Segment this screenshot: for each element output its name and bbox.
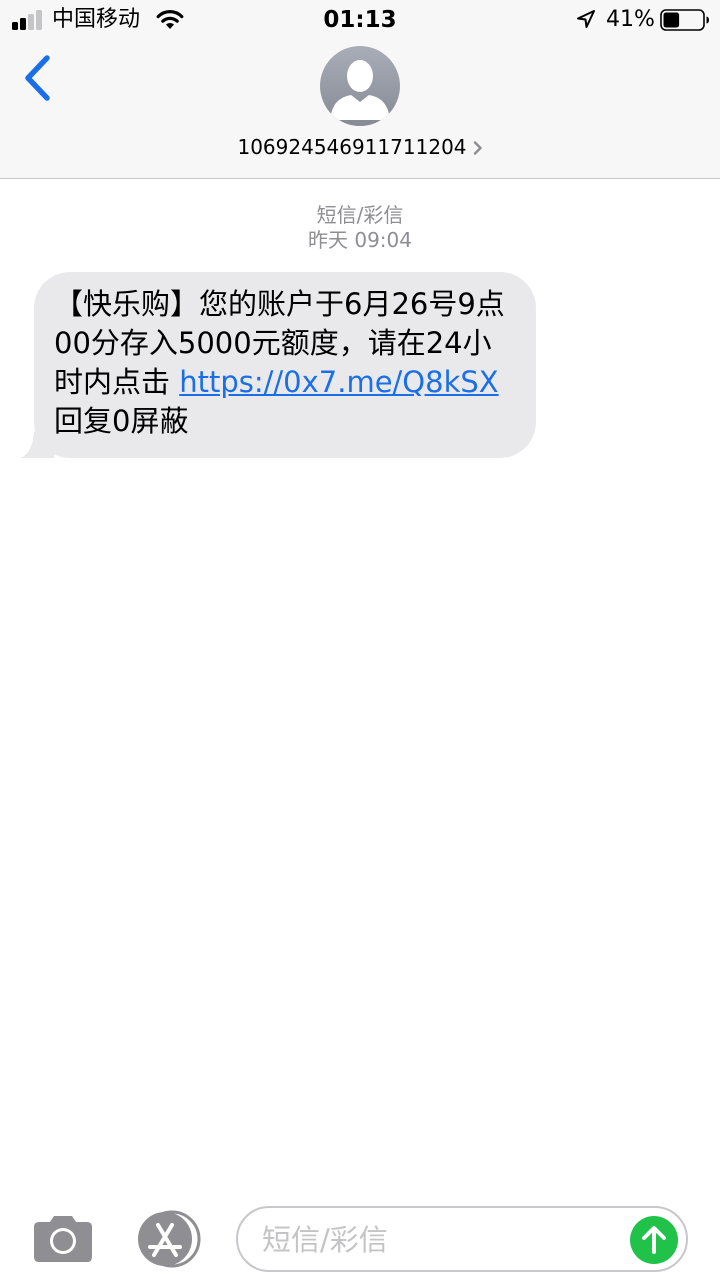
message-text-suffix: 回复0屏蔽 [54, 404, 189, 438]
person-silhouette-icon [330, 60, 390, 120]
bubble-tail [20, 432, 54, 458]
location-arrow-icon [577, 10, 595, 28]
incoming-message-bubble[interactable]: 【快乐购】您的账户于6月26号9点00分存入5000元额度，请在24小时内点击 … [20, 272, 536, 458]
conversation-meta: 短信/彩信 昨天 09:04 [0, 203, 720, 253]
battery-percentage: 41% [606, 7, 655, 32]
message-timestamp: 昨天 09:04 [308, 228, 412, 252]
service-label: 短信/彩信 [316, 203, 404, 227]
messages-screen: 中国移动 01:13 41% 106924546911711204 短信/彩信 … [0, 0, 720, 1280]
send-button[interactable] [630, 1216, 678, 1264]
contact-avatar[interactable] [320, 46, 400, 126]
message-link[interactable]: https://0x7.me/Q8kSX [179, 365, 498, 399]
message-input[interactable]: 短信/彩信 [236, 1206, 688, 1272]
status-bar: 中国移动 01:13 41% [0, 0, 720, 40]
app-store-icon[interactable] [134, 1210, 204, 1268]
chevron-right-icon [473, 141, 482, 155]
input-placeholder: 短信/彩信 [262, 1223, 388, 1257]
contact-number-button[interactable]: 106924546911711204 [0, 133, 720, 161]
contact-number: 106924546911711204 [237, 135, 467, 159]
battery-icon [660, 9, 709, 31]
back-chevron-icon[interactable] [16, 52, 60, 104]
conversation-header: 106924546911711204 [0, 40, 720, 179]
camera-icon[interactable] [30, 1213, 96, 1265]
send-arrow-up-icon [642, 1226, 666, 1254]
